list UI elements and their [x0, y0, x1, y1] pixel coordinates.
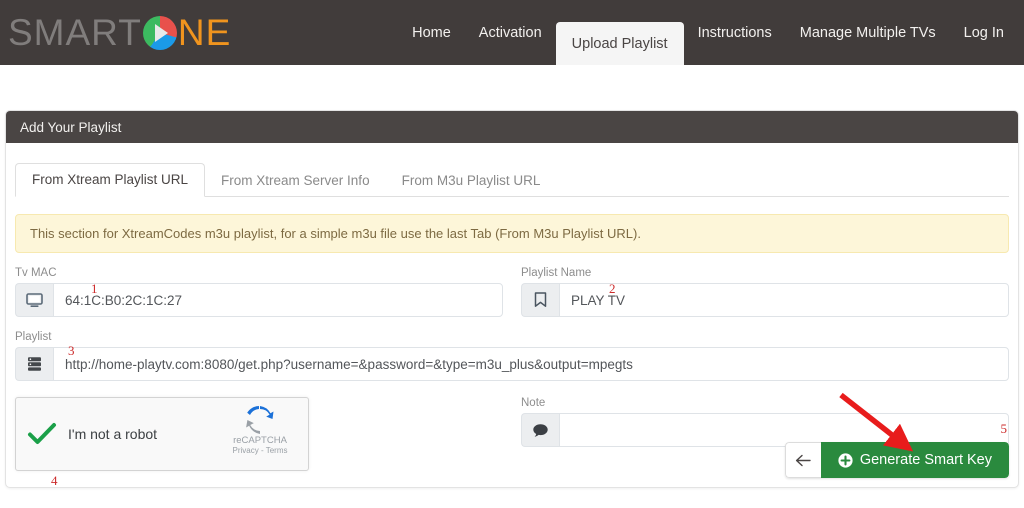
top-navbar: SMART NE Home Activation Upload Playlist … [0, 0, 1024, 65]
recaptcha-col: I'm not a robot reCAPTCHA Privacy - Term… [15, 397, 503, 488]
label-playlist: Playlist [15, 331, 52, 343]
recaptcha-terms-link[interactable]: Terms [266, 446, 288, 455]
nav-link-upload-playlist[interactable]: Upload Playlist [555, 22, 684, 65]
card-body: From Xtream Playlist URL From Xtream Ser… [6, 143, 1018, 488]
tab-bar: From Xtream Playlist URL From Xtream Ser… [15, 157, 1009, 197]
recaptcha-brand-name: reCAPTCHA [233, 435, 287, 446]
back-button[interactable] [784, 442, 821, 478]
label-playlist-name: Playlist Name [521, 267, 592, 279]
header-spacer [0, 65, 1024, 110]
annotation-4: 4 [51, 473, 58, 488]
tab-from-xtream-playlist-url[interactable]: From Xtream Playlist URL [15, 162, 206, 197]
form-row-1: Tv MAC 64:1C:B0:2C:1C:27 1 Playlist Name… [15, 267, 1009, 317]
brand-text-part1: SMART [8, 12, 142, 53]
green-check-icon[interactable] [16, 422, 68, 446]
page-root: SMART NE Home Activation Upload Playlist … [0, 0, 1024, 508]
field-tv-mac: Tv MAC 64:1C:B0:2C:1C:27 1 [15, 267, 503, 317]
brand-text: SMART NE [8, 14, 231, 51]
input-group-playlist[interactable]: http://home-playtv.com:8080/get.php?user… [15, 347, 1009, 381]
nav-link-instructions[interactable]: Instructions [684, 0, 786, 65]
arrow-left-icon [796, 454, 812, 466]
bookmark-icon [521, 283, 559, 317]
nav-link-activation[interactable]: Activation [465, 0, 556, 65]
plus-circle-icon [838, 452, 853, 468]
input-group-tv-mac[interactable]: 64:1C:B0:2C:1C:27 [15, 283, 503, 317]
nav-link-log-in[interactable]: Log In [950, 0, 1018, 65]
monitor-icon [15, 283, 53, 317]
tab-from-m3u-playlist-url[interactable]: From M3u Playlist URL [386, 165, 557, 198]
input-tv-mac[interactable]: 64:1C:B0:2C:1C:27 [53, 283, 503, 317]
form-row-2: Playlist http://home-playtv.com:8080/get… [15, 331, 1009, 381]
add-playlist-card: Add Your Playlist From Xtream Playlist U… [5, 110, 1019, 488]
card-header: Add Your Playlist [6, 111, 1018, 143]
pie-play-logo-icon [142, 16, 177, 50]
field-playlist: Playlist http://home-playtv.com:8080/get… [15, 331, 1009, 381]
annotation-2: 2 [609, 281, 616, 296]
recaptcha-privacy-link[interactable]: Privacy [233, 446, 259, 455]
recaptcha-icon [246, 406, 274, 434]
nav-links: Home Activation Upload Playlist Instruct… [398, 0, 1024, 65]
nav-link-home[interactable]: Home [398, 0, 465, 65]
tab-from-xtream-server-info[interactable]: From Xtream Server Info [205, 165, 386, 198]
input-playlist-name[interactable]: PLAY TV [559, 283, 1009, 317]
brand-text-part2: NE [177, 12, 232, 53]
recaptcha-branding: reCAPTCHA Privacy - Terms [222, 406, 298, 455]
recaptcha-widget[interactable]: I'm not a robot reCAPTCHA Privacy - Term… [15, 397, 309, 471]
input-playlist[interactable]: http://home-playtv.com:8080/get.php?user… [53, 347, 1009, 381]
label-note: Note [521, 397, 546, 409]
comment-icon [521, 413, 559, 447]
field-playlist-name: Playlist Name PLAY TV 2 [521, 267, 1009, 317]
server-icon [15, 347, 53, 381]
nav-link-manage-multiple-tvs[interactable]: Manage Multiple TVs [786, 0, 950, 65]
annotation-1: 1 [91, 281, 98, 296]
info-alert: This section for XtreamCodes m3u playlis… [15, 214, 1009, 253]
annotation-3: 3 [68, 343, 75, 358]
generate-smart-key-button[interactable]: Generate Smart Key [820, 442, 1009, 478]
card-title: Add Your Playlist [20, 119, 122, 135]
brand-logo[interactable]: SMART NE [0, 0, 231, 65]
recaptcha-separator: - [260, 446, 264, 455]
annotation-5: 5 [1000, 421, 1008, 436]
form-actions: Generate Smart Key [784, 442, 1009, 478]
recaptcha-label: I'm not a robot [68, 426, 158, 442]
generate-smart-key-label: Generate Smart Key [859, 452, 992, 468]
input-group-playlist-name[interactable]: PLAY TV [521, 283, 1009, 317]
recaptcha-terms: Privacy - Terms [222, 446, 298, 455]
label-tv-mac: Tv MAC [15, 267, 57, 279]
